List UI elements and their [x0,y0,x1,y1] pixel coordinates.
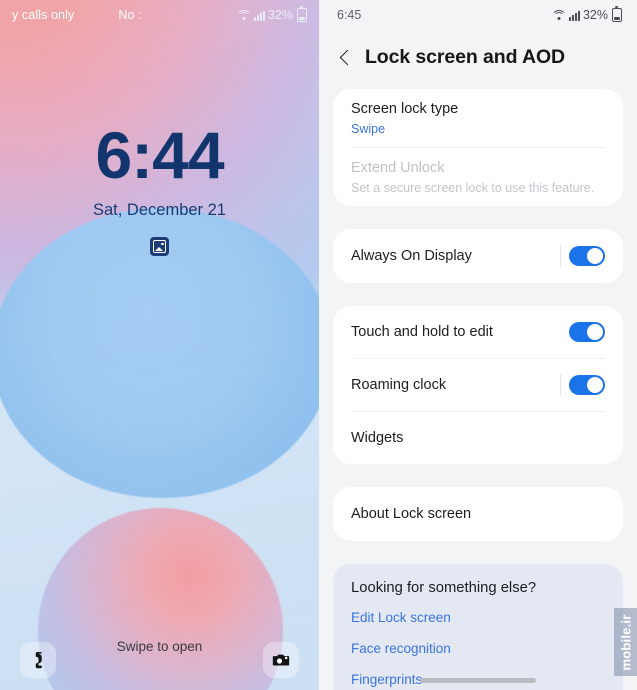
row-screen-lock-type[interactable]: Screen lock type Swipe [333,89,623,147]
battery-icon [297,6,307,22]
row-title: Extend Unlock [351,159,445,176]
row-extend-unlock: Extend Unlock Set a secure screen lock t… [333,148,623,206]
status-bar-time: 6:45 [337,8,362,22]
battery-percent-label: 32% [582,8,608,22]
link-edit-lock-screen[interactable]: Edit Lock screen [351,610,605,625]
signal-bars-icon [568,10,580,21]
link-face-recognition[interactable]: Face recognition [351,641,605,656]
carrier-label-left: y calls only [12,8,75,22]
home-indicator[interactable] [420,678,536,683]
phone-icon [35,651,42,668]
status-icons: 32% [551,6,622,22]
toggle-divider [560,374,561,396]
wifi-icon [236,9,252,21]
watermark-text: mobile.ir [618,614,634,670]
settings-group-about: About Lock screen [333,487,623,541]
row-title: Roaming clock [351,376,447,393]
row-title: Widgets [351,429,404,446]
row-always-on-display[interactable]: Always On Display [333,229,623,283]
photo-widget-icon[interactable] [150,237,169,256]
looking-for-something-else-card: Looking for something else? Edit Lock sc… [333,564,623,690]
screenshot-root: y calls only No : 32% 6:44 Sat, December… [0,0,637,690]
status-icons: 32% [236,6,307,22]
row-roaming-clock[interactable]: Roaming clock [333,359,623,411]
settings-group-lock-options: Touch and hold to edit Roaming clock Wid… [333,306,623,464]
row-title: Touch and hold to edit [351,323,493,340]
lock-screen-clock-widget[interactable]: 6:44 Sat, December 21 [0,122,319,256]
row-widgets[interactable]: Widgets [333,412,623,464]
row-title: Screen lock type [351,100,459,117]
toggle-knob [587,324,603,340]
toggle-knob [587,377,603,393]
row-subtitle: Swipe [351,121,386,136]
camera-icon [272,654,290,666]
settings-group-aod: Always On Display [333,229,623,283]
wallpaper-veil [0,0,319,690]
lock-screen-date: Sat, December 21 [93,201,226,219]
back-button[interactable] [337,50,353,66]
lock-screen-status-bar: y calls only No : 32% [0,0,319,30]
photo-widget-icon-dot [161,242,164,245]
always-on-display-toggle[interactable] [569,246,605,266]
row-touch-and-hold-to-edit[interactable]: Touch and hold to edit [333,306,623,358]
row-about-lock-screen[interactable]: About Lock screen [333,487,623,541]
touch-and-hold-toggle[interactable] [569,322,605,342]
phone-shortcut[interactable] [20,642,56,678]
row-title: Always On Display [351,247,472,264]
lock-screen-time: 6:44 [95,118,224,192]
toggle-divider [560,245,561,267]
settings-group-lock-type: Screen lock type Swipe Extend Unlock Set… [333,89,623,206]
info-card-title: Looking for something else? [351,580,537,596]
roaming-clock-toggle[interactable] [569,375,605,395]
battery-icon [612,6,622,22]
signal-bars-icon [253,10,265,21]
row-title: About Lock screen [351,505,472,522]
page-title: Lock screen and AOD [365,46,566,68]
settings-header: Lock screen and AOD [319,30,637,89]
wifi-icon [551,9,567,21]
camera-shortcut[interactable] [263,642,299,678]
lock-screen-preview[interactable]: y calls only No : 32% 6:44 Sat, December… [0,0,319,690]
watermark: mobile.ir [614,608,637,676]
battery-percent-label: 32% [267,8,293,22]
row-subtitle: Set a secure screen lock to use this fea… [351,180,595,195]
toggle-knob [587,248,603,264]
carrier-label-right: No : [118,8,142,22]
settings-status-bar: 6:45 32% [319,0,637,30]
settings-screen: 6:45 32% Lock screen and AOD Screen lock… [319,0,637,690]
